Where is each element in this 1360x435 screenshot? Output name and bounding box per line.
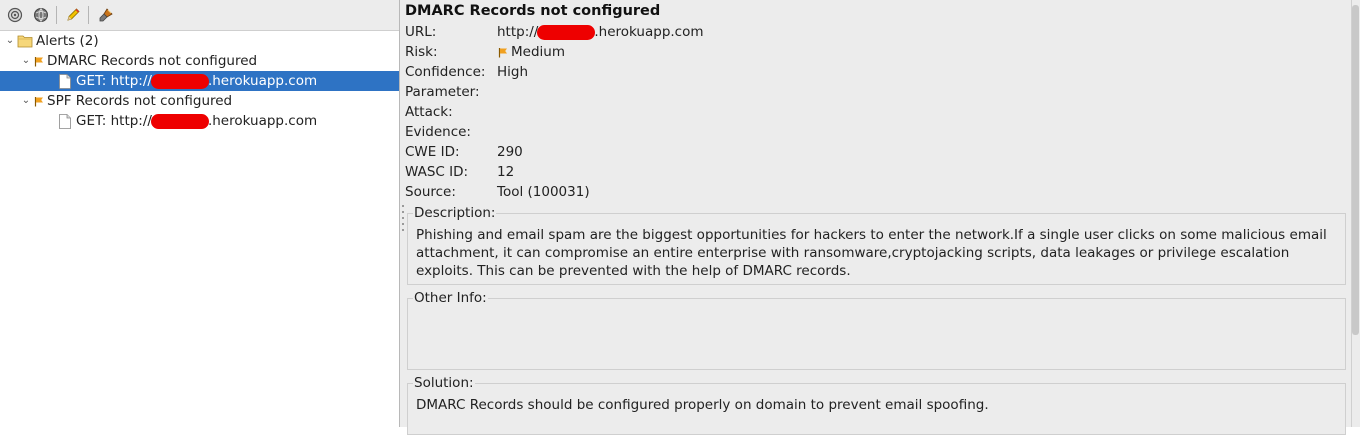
pencil-icon[interactable]	[63, 5, 83, 25]
flag-icon	[33, 93, 45, 109]
description-label: Description:	[413, 205, 497, 221]
risk-text: Medium	[511, 44, 565, 60]
tree-root-alerts[interactable]: ⌄ Alerts (2)	[3, 31, 99, 51]
redaction-mark	[537, 24, 596, 40]
url-suffix: .herokuapp.com	[594, 24, 704, 40]
file-icon	[57, 73, 73, 89]
source-label: Source:	[405, 184, 456, 200]
wasc-label: WASC ID:	[405, 164, 469, 180]
splitter-handle[interactable]	[401, 205, 405, 425]
chevron-down-icon[interactable]: ⌄	[3, 31, 17, 51]
request-suffix: .herokuapp.com	[207, 73, 318, 89]
chevron-down-icon[interactable]: ⌄	[19, 91, 33, 111]
request-prefix: GET: http://	[76, 73, 152, 89]
tree-root-label: Alerts (2)	[36, 33, 99, 49]
redaction-mark	[150, 113, 209, 129]
confidence-value: High	[497, 64, 529, 80]
tree-item-request[interactable]: GET: http:// .herokuapp.com	[0, 71, 399, 91]
url-label: URL:	[405, 24, 437, 40]
tree-alert-label: SPF Records not configured	[47, 93, 233, 109]
url-prefix: http://	[497, 24, 539, 40]
source-value: Tool (100031)	[497, 184, 590, 200]
alerts-panel: ⌄ Alerts (2) ⌄ DMARC Records not configu…	[0, 0, 400, 427]
alerts-toolbar	[0, 0, 399, 31]
redaction-mark	[150, 73, 209, 89]
description-box: Description: Phishing and email spam are…	[407, 205, 1346, 285]
alert-detail-panel: DMARC Records not configured URL: http:/…	[400, 0, 1360, 435]
brush-icon[interactable]	[96, 5, 116, 25]
detail-scrollbar-thumb[interactable]	[1352, 5, 1359, 335]
alert-title: DMARC Records not configured	[405, 3, 661, 19]
url-value[interactable]: http:// .herokuapp.com	[497, 22, 704, 42]
solution-box: Solution: DMARC Records should be config…	[407, 375, 1346, 435]
confidence-label: Confidence:	[405, 64, 486, 80]
tree-alert-spf[interactable]: ⌄ SPF Records not configured	[19, 91, 232, 111]
toolbar-separator	[88, 6, 89, 24]
target-icon[interactable]	[5, 5, 25, 25]
request-prefix: GET: http://	[76, 113, 152, 129]
flag-icon	[497, 44, 509, 60]
risk-label: Risk:	[405, 44, 438, 60]
flag-icon	[33, 53, 45, 69]
file-icon	[57, 113, 73, 129]
attack-label: Attack:	[405, 104, 453, 120]
toolbar-separator	[56, 6, 57, 24]
risk-value: Medium	[497, 42, 565, 62]
chevron-down-icon[interactable]: ⌄	[19, 51, 33, 71]
tree-alert-dmarc[interactable]: ⌄ DMARC Records not configured	[19, 51, 257, 71]
other-info-box: Other Info:	[407, 290, 1346, 370]
description-text[interactable]: Phishing and email spam are the biggest …	[416, 226, 1337, 280]
parameter-label: Parameter:	[405, 84, 480, 100]
solution-text[interactable]: DMARC Records should be configured prope…	[416, 396, 1337, 414]
cwe-value: 290	[497, 144, 523, 160]
tree-alert-label: DMARC Records not configured	[47, 53, 258, 69]
globe-icon[interactable]	[31, 5, 51, 25]
other-info-label: Other Info:	[413, 290, 488, 306]
folder-icon	[17, 33, 33, 49]
cwe-label: CWE ID:	[405, 144, 460, 160]
evidence-label: Evidence:	[405, 124, 471, 140]
solution-label: Solution:	[413, 375, 475, 391]
request-suffix: .herokuapp.com	[207, 113, 318, 129]
tree-item-request[interactable]: GET: http:// .herokuapp.com	[0, 111, 317, 131]
wasc-value: 12	[497, 164, 515, 180]
